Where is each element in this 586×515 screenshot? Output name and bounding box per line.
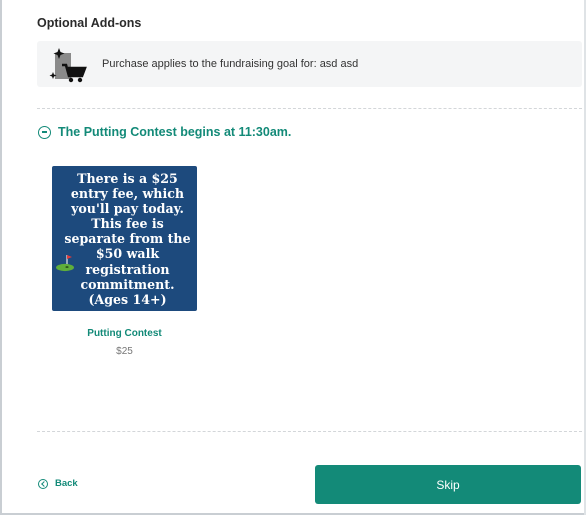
product-image[interactable]: There is a $25 entry fee, which you'll p… <box>52 166 197 311</box>
divider-bottom <box>37 431 582 432</box>
section-title: Optional Add-ons <box>37 16 142 30</box>
back-button[interactable]: Back <box>38 478 78 489</box>
product-image-text: There is a $25 entry fee, which you'll p… <box>64 171 191 307</box>
shopping-cart-sparkle-icon <box>49 48 87 83</box>
minus-circle-icon[interactable] <box>38 125 51 139</box>
chevron-left-circle-icon[interactable] <box>38 478 48 489</box>
group-collapse-toggle[interactable]: The Putting Contest begins at 11:30am. <box>38 124 291 140</box>
product-name[interactable]: Putting Contest <box>52 328 197 339</box>
product-price: $25 <box>116 346 133 357</box>
group-title[interactable]: The Putting Contest begins at 11:30am. <box>58 125 291 139</box>
golf-hole-icon <box>56 255 74 272</box>
fundraising-banner: Purchase applies to the fundraising goal… <box>37 41 582 87</box>
back-label[interactable]: Back <box>55 478 78 489</box>
divider-top <box>37 108 582 109</box>
skip-button[interactable]: Skip <box>315 465 581 504</box>
fundraising-goal-text: Purchase applies to the fundraising goal… <box>102 58 359 70</box>
